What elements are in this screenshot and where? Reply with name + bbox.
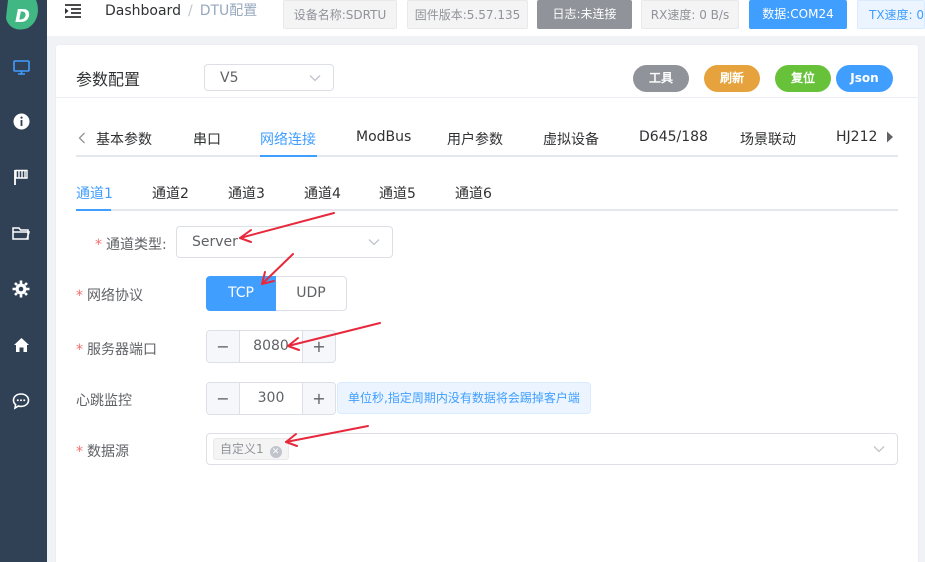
heartbeat-label: 心跳监控	[76, 393, 132, 409]
tab-channel-4[interactable]: 通道4	[304, 183, 341, 203]
rx-speed-badge: RX速度: 0 B/s	[641, 0, 739, 29]
tx-speed-badge: TX速度: 0 B/s	[857, 0, 925, 29]
active-channel-indicator	[76, 209, 111, 211]
sidebar: D	[0, 0, 47, 562]
chevron-left-icon[interactable]	[78, 132, 86, 144]
chevron-down-icon	[368, 239, 380, 246]
heartbeat-decrement[interactable]: −	[207, 383, 240, 414]
heartbeat-increment[interactable]: +	[302, 383, 335, 414]
data-port-button[interactable]: 数据:COM24	[749, 0, 847, 29]
tab-user-params[interactable]: 用户参数	[447, 129, 503, 149]
channel-type-label-text: 通道类型:	[106, 237, 167, 253]
protocol-label: * 网络协议	[76, 285, 143, 305]
server-port-decrement[interactable]: −	[207, 331, 240, 362]
protocol-tcp-button[interactable]: TCP	[206, 276, 276, 311]
caret-right-icon[interactable]	[886, 131, 894, 143]
main-tabs: 基本参数 串口 网络连接 ModBus 用户参数 虚拟设备 D645/188 场…	[76, 111, 898, 157]
tab-channel-6[interactable]: 通道6	[455, 183, 492, 203]
log-status-button[interactable]: 日志:未连接	[537, 0, 632, 29]
top-header: Dashboard / DTU配置 设备名称:SDRTU 固件版本:5.57.135…	[47, 0, 925, 36]
tools-button[interactable]: 工具	[633, 65, 689, 92]
active-tab-indicator	[260, 155, 317, 157]
tab-basic-params[interactable]: 基本参数	[96, 129, 152, 149]
page-title: 参数配置	[76, 70, 141, 89]
data-source-tag-label: 自定义1	[220, 442, 264, 456]
channel-type-value: Server	[192, 234, 238, 250]
breadcrumb-dashboard[interactable]: Dashboard	[105, 3, 181, 19]
heartbeat-hint: 单位秒,指定周期内没有数据将会踢掉客户端	[337, 382, 591, 414]
heartbeat-input[interactable]: 300	[240, 383, 302, 414]
flag-icon[interactable]	[11, 167, 31, 187]
channel-tabs: 通道1 通道2 通道3 通道4 通道5 通道6	[76, 165, 898, 211]
channel-type-select[interactable]: Server	[176, 226, 393, 258]
tab-channel-1[interactable]: 通道1	[76, 183, 113, 203]
chevron-down-icon	[873, 446, 885, 453]
server-port-label: * 服务器端口	[76, 339, 157, 359]
required-asterisk: *	[95, 237, 102, 253]
server-port-label-text: 服务器端口	[87, 342, 157, 358]
server-port-increment[interactable]: +	[302, 331, 335, 362]
data-source-label-text: 数据源	[87, 444, 129, 460]
tab-channel-5[interactable]: 通道5	[379, 183, 416, 203]
logo-letter: D	[15, 6, 30, 27]
required-asterisk: *	[76, 342, 83, 358]
tab-scene-linkage[interactable]: 场景联动	[740, 129, 796, 149]
data-source-tag: 自定义1 ✕	[213, 438, 289, 460]
home-icon[interactable]	[11, 335, 31, 355]
breadcrumb-separator: /	[187, 3, 193, 19]
tab-network[interactable]: 网络连接	[260, 129, 316, 149]
data-source-select[interactable]: 自定义1 ✕	[206, 433, 898, 465]
chevron-down-icon	[309, 74, 321, 81]
hamburger-icon[interactable]	[64, 3, 82, 19]
monitor-icon[interactable]	[11, 57, 31, 77]
breadcrumb-current: DTU配置	[199, 3, 258, 19]
folder-icon[interactable]	[11, 223, 31, 243]
version-select-value: V5	[220, 69, 239, 86]
tab-serial[interactable]: 串口	[193, 129, 221, 149]
tab-virtual-device[interactable]: 虚拟设备	[543, 129, 599, 149]
protocol-udp-button[interactable]: UDP	[276, 276, 347, 311]
tab-channel-3[interactable]: 通道3	[228, 183, 265, 203]
required-asterisk: *	[76, 288, 83, 304]
device-name-badge: 设备名称:SDRTU	[283, 0, 397, 29]
version-select[interactable]: V5	[204, 64, 334, 91]
app-logo[interactable]: D	[4, 0, 40, 30]
data-source-label: * 数据源	[76, 441, 129, 461]
heartbeat-stepper: − 300 +	[206, 382, 336, 415]
channel-type-label: * 通道类型:	[95, 234, 167, 254]
tab-channel-2[interactable]: 通道2	[152, 183, 189, 203]
tag-close-icon[interactable]: ✕	[269, 446, 282, 458]
tab-d645[interactable]: D645/188	[639, 129, 708, 145]
card-header: 参数配置 V5 工具 刷新 复位 Json	[56, 45, 918, 98]
json-button[interactable]: Json	[836, 65, 893, 92]
tab-modbus[interactable]: ModBus	[356, 129, 411, 145]
refresh-button[interactable]: 刷新	[704, 65, 760, 92]
gear-icon[interactable]	[11, 279, 31, 299]
reset-button[interactable]: 复位	[775, 65, 831, 92]
required-asterisk: *	[76, 444, 83, 460]
protocol-label-text: 网络协议	[87, 288, 143, 304]
breadcrumb: Dashboard / DTU配置	[105, 3, 257, 19]
chat-icon[interactable]	[11, 391, 31, 411]
info-icon[interactable]	[11, 111, 31, 131]
server-port-input[interactable]: 8080	[240, 331, 302, 362]
config-card: 参数配置 V5 工具 刷新 复位 Json 基本参数 串口 网络连接 ModBu…	[55, 44, 919, 562]
firmware-version-badge: 固件版本:5.57.135	[407, 0, 528, 29]
server-port-stepper: − 8080 +	[206, 330, 336, 363]
tab-hj212[interactable]: HJ212	[836, 129, 877, 145]
